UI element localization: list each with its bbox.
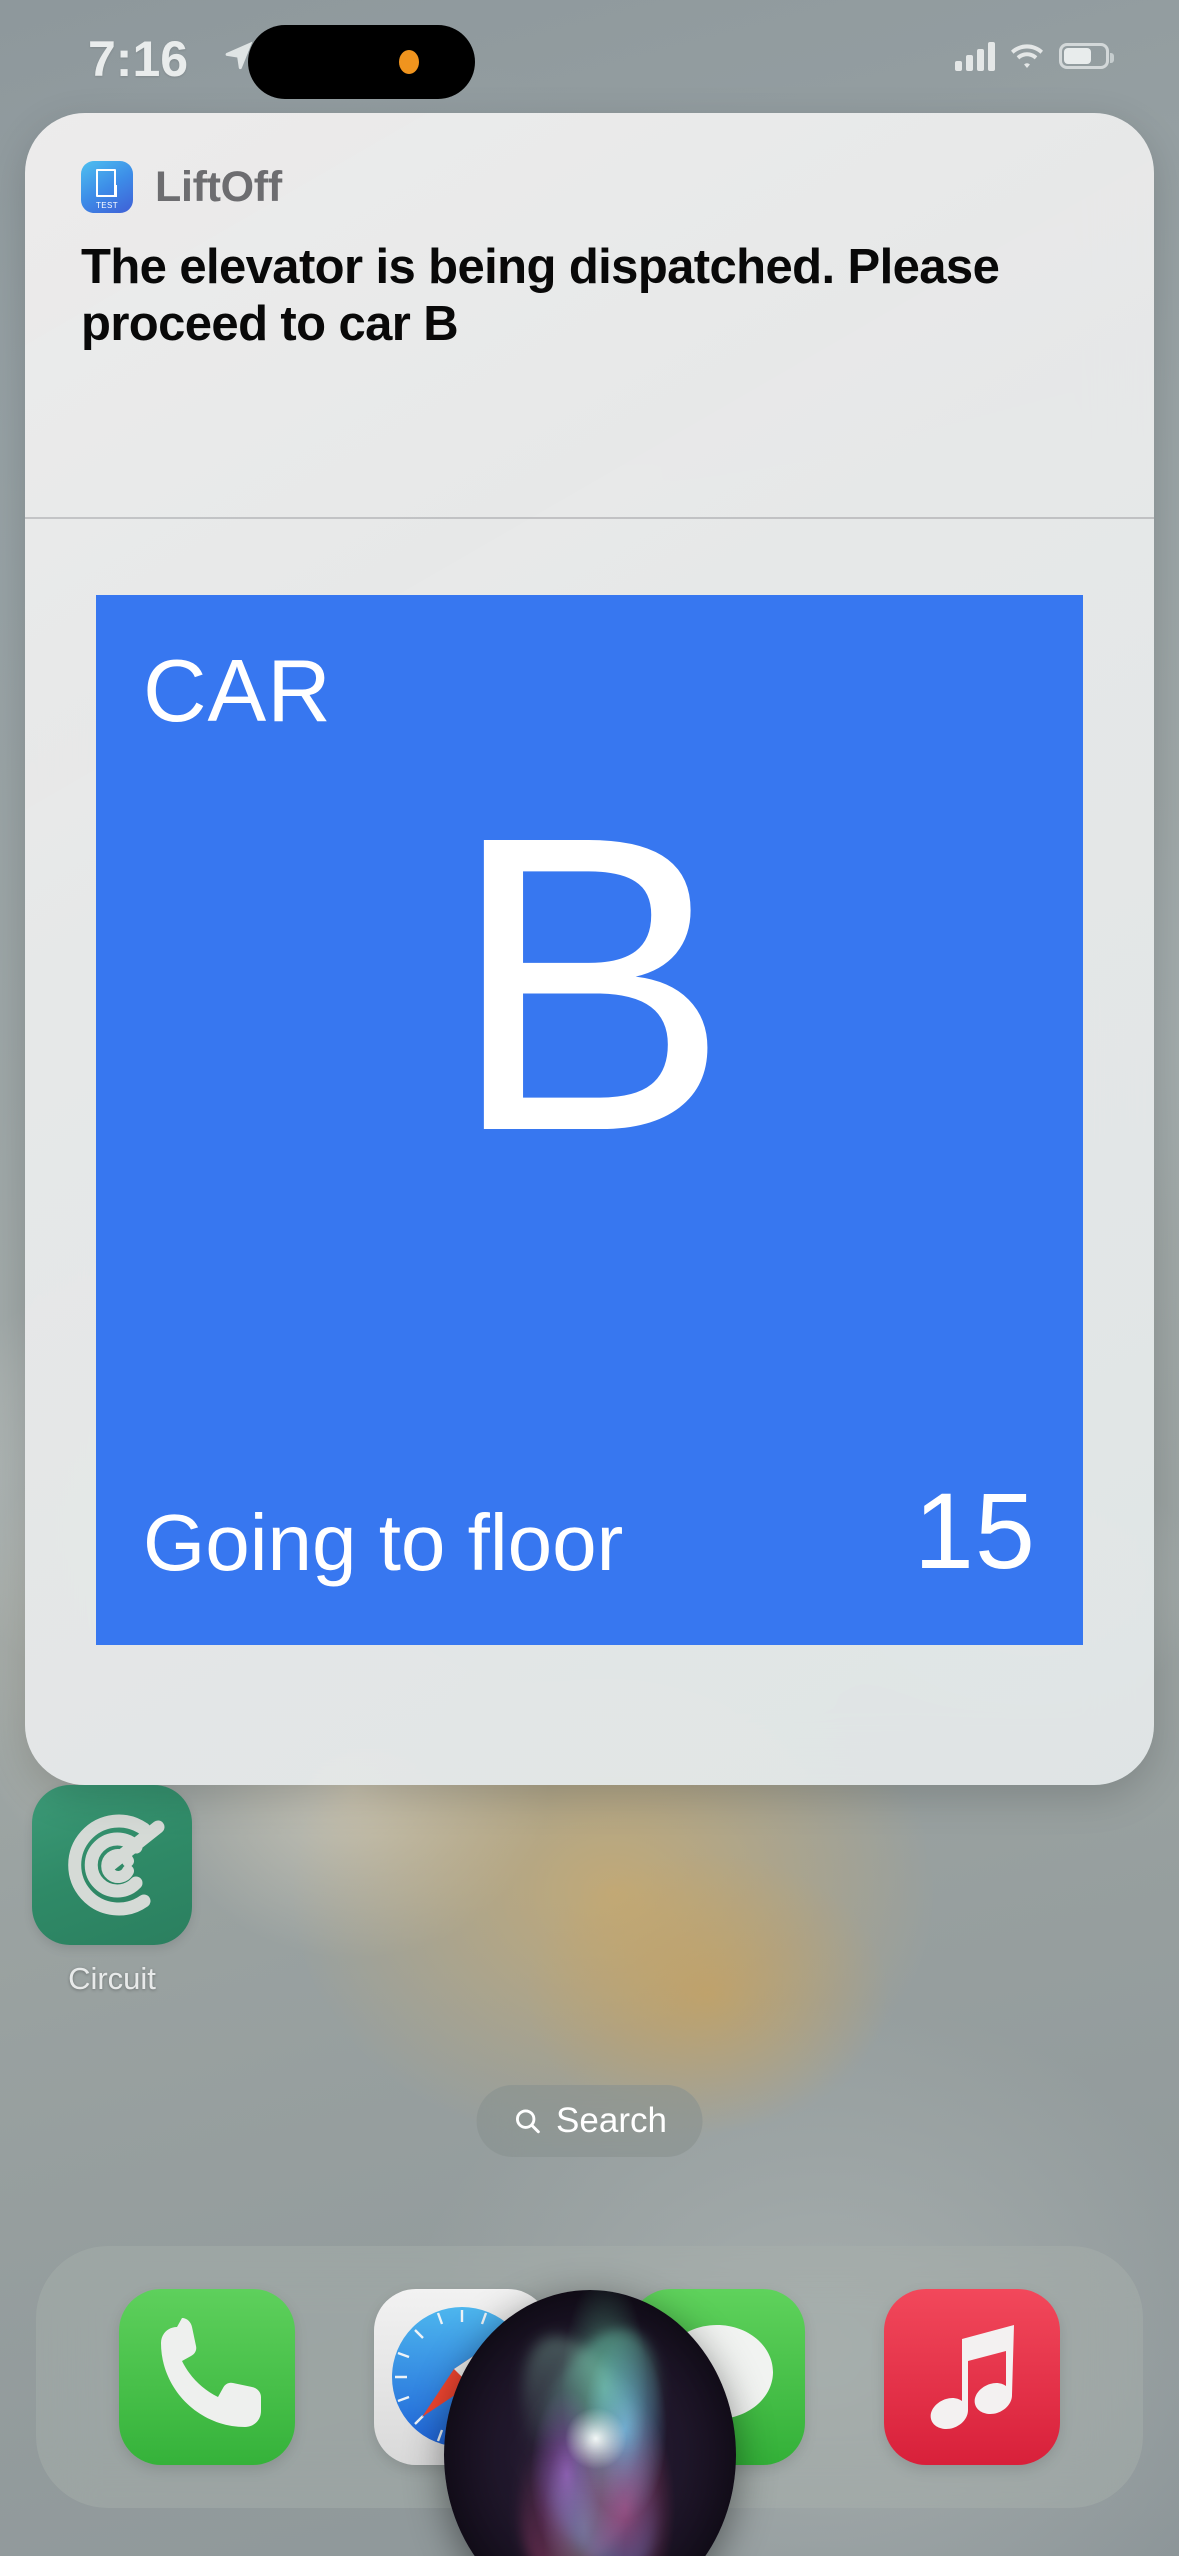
circuit-spiral-icon xyxy=(68,1814,165,1916)
search-pill-button[interactable]: Search xyxy=(476,2085,703,2157)
status-bar: 7:16 xyxy=(0,0,1179,120)
notification-app-name: LiftOff xyxy=(155,162,282,211)
car-letter: B xyxy=(449,750,730,1219)
battery-fill xyxy=(1064,48,1092,64)
notification-banner[interactable]: TEST LiftOff The elevator is being dispa… xyxy=(25,113,1154,1785)
status-bar-indicators xyxy=(955,36,1114,76)
elevator-car-card: CAR B Going to floor 15 xyxy=(96,595,1083,1645)
search-label: Search xyxy=(556,2101,667,2140)
liftoff-app-icon: TEST xyxy=(81,161,133,213)
liftoff-icon-badge-text: TEST xyxy=(95,201,119,210)
notification-header: TEST LiftOff The elevator is being dispa… xyxy=(25,113,1154,353)
battery-icon xyxy=(1059,43,1114,69)
notification-body-text: The elevator is being dispatched. Please… xyxy=(81,240,1000,351)
liftoff-l-foot xyxy=(105,185,117,197)
dock-item-music[interactable] xyxy=(883,2289,1060,2465)
circuit-app-icon[interactable] xyxy=(32,1785,192,1945)
going-to-floor-label: Going to floor xyxy=(143,1498,624,1587)
phone-icon xyxy=(161,2318,262,2427)
dock-item-phone[interactable] xyxy=(119,2289,296,2465)
orange-mic-dot-icon xyxy=(399,50,419,74)
app-label-circuit: Circuit xyxy=(68,1961,156,1996)
dynamic-island xyxy=(248,25,475,99)
app-icon-circuit[interactable]: Circuit xyxy=(12,1785,212,1997)
wifi-icon xyxy=(1011,44,1043,68)
status-bar-time: 7:16 xyxy=(88,31,189,87)
car-footer: Going to floor 15 xyxy=(143,1477,1036,1585)
search-icon xyxy=(515,2109,540,2134)
music-note-icon xyxy=(930,2325,1014,2429)
cellular-bars-icon xyxy=(955,41,995,71)
notification-app-row: TEST LiftOff xyxy=(81,161,1098,213)
notification-divider xyxy=(25,517,1154,519)
floor-number: 15 xyxy=(913,1470,1036,1591)
car-label: CAR xyxy=(143,641,332,740)
